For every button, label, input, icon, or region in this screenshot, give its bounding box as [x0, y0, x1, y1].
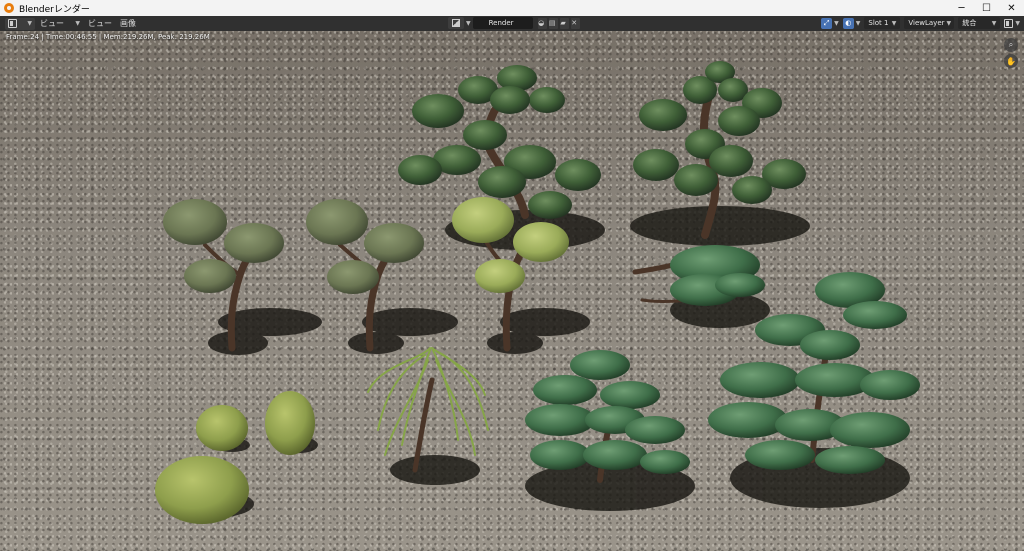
maximize-button[interactable]: ☐	[974, 0, 999, 16]
zoom-gizmo[interactable]: ⌕	[1004, 38, 1018, 52]
menu-view[interactable]: ビュー	[85, 18, 115, 30]
chevron-down-icon: ▼	[891, 19, 897, 27]
new-image-icon: ▤	[548, 17, 556, 29]
image-name-field[interactable]: Render Result	[472, 17, 533, 39]
bonsai-tree-large	[398, 65, 601, 219]
view-mode-dropdown[interactable]: ビュー ▼	[37, 18, 83, 30]
render-result-image	[155, 61, 920, 524]
view-layer-dropdown[interactable]: ViewLayer ▼	[904, 17, 955, 29]
round-canopy-tree-olive	[306, 199, 424, 294]
close-window-button[interactable]: ✕	[999, 0, 1024, 16]
render-viewport[interactable]: Frame:24 | Time:00:46.55 | Mem:219.26M, …	[0, 31, 1024, 551]
window-title-bar: Blenderレンダー ─ ☐ ✕	[0, 0, 1024, 16]
chevron-down-icon: ▼	[991, 19, 997, 27]
minimize-button[interactable]: ─	[949, 0, 974, 16]
image-icon	[452, 19, 460, 27]
view-mode-label: ビュー	[40, 19, 64, 28]
unlink-button[interactable]: ✕	[570, 17, 580, 29]
slot-label: Slot 1	[868, 19, 889, 27]
chevron-down-icon: ▼	[466, 19, 471, 27]
chevron-down-icon: ▼	[834, 19, 839, 27]
fern-tree-medium	[525, 350, 690, 474]
chevron-down-icon: ▼	[855, 19, 861, 27]
bushes	[155, 391, 315, 524]
window-controls: ─ ☐ ✕	[949, 0, 1024, 16]
menu-image[interactable]: 画像	[117, 18, 139, 30]
chevron-down-icon: ▼	[946, 19, 952, 27]
round-canopy-tree-grey	[163, 199, 284, 293]
chevron-down-icon: ▼	[27, 20, 32, 27]
render-stats: Frame:24 | Time:00:46.55 | Mem:219.26M, …	[6, 33, 210, 41]
chevron-down-icon: ▼	[1015, 19, 1020, 27]
chevron-down-icon: ▼	[75, 20, 80, 27]
close-icon: ✕	[570, 17, 578, 29]
folder-icon: ▰	[559, 17, 567, 29]
shield-icon: ◒	[537, 17, 545, 29]
render-pass-dropdown[interactable]: 統合 ▼	[958, 17, 1001, 29]
display-channels-button[interactable]: ◐ ▼	[842, 17, 861, 29]
open-image-button[interactable]: ▰	[559, 17, 569, 29]
image-editor-icon	[8, 19, 17, 28]
sample-tool-button[interactable]: ⤢ ▼	[821, 17, 839, 29]
bonsai-tree-right	[633, 61, 806, 204]
new-image-button[interactable]: ▤	[548, 17, 558, 29]
magnify-icon: ⌕	[1008, 40, 1014, 49]
hand-icon: ✋	[1006, 56, 1016, 66]
color-channels-icon	[1004, 18, 1014, 28]
editor-type-button[interactable]: ▼	[5, 17, 35, 30]
image-operations: ◒ ▤ ▰ ✕	[537, 17, 582, 29]
fake-user-button[interactable]: ◒	[537, 17, 547, 29]
color-channels-icon: ◐	[842, 17, 854, 29]
pan-gizmo[interactable]: ✋	[1004, 54, 1018, 68]
header-right-group: ⤢ ▼ ◐ ▼ Slot 1 ▼ ViewLayer ▼ 統合 ▼ ▼	[821, 17, 1024, 29]
slot-dropdown[interactable]: Slot 1 ▼	[864, 17, 901, 29]
view-layer-label: ViewLayer	[908, 19, 945, 27]
render-pass-label: 統合	[962, 19, 977, 27]
display-mode-button[interactable]: ▼	[1004, 17, 1020, 29]
browse-image-button[interactable]	[448, 17, 464, 29]
blender-logo-icon	[4, 3, 14, 13]
sample-tool-icon: ⤢	[821, 17, 833, 29]
window-title: Blenderレンダー	[19, 4, 90, 15]
image-browser: ▼ Render Result ◒ ▤ ▰ ✕	[448, 17, 582, 39]
